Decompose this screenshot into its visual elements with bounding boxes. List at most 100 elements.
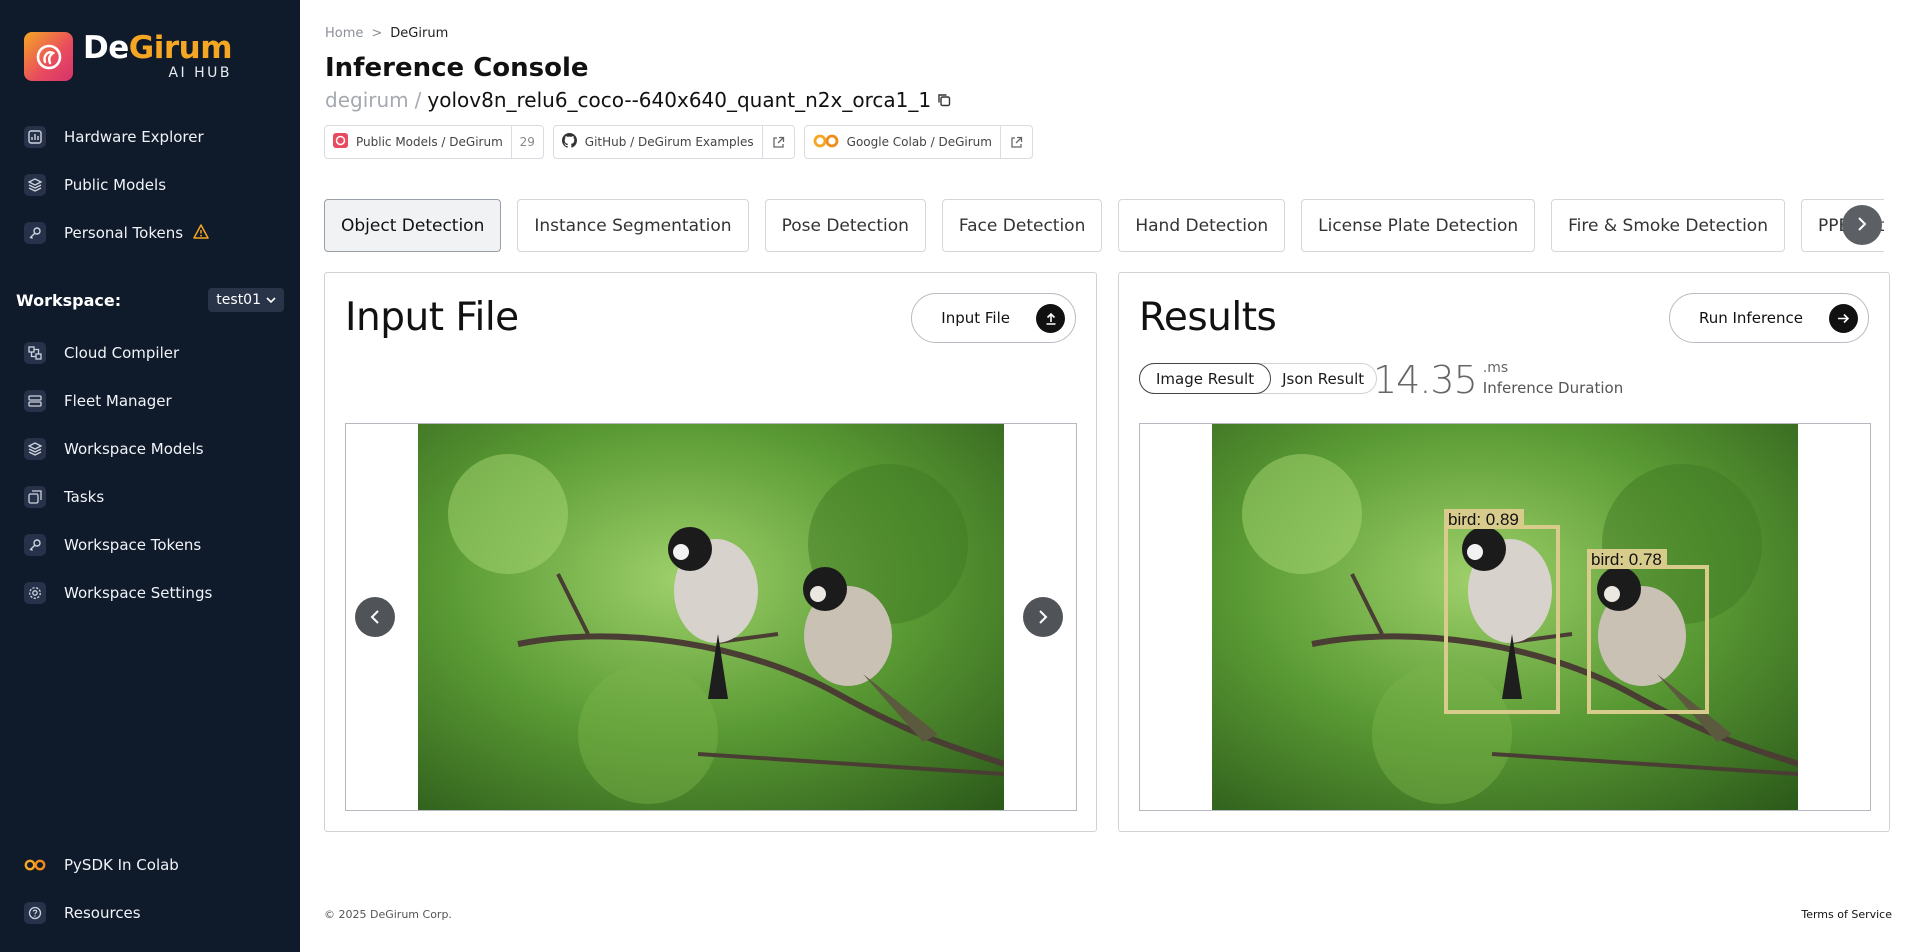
degirum-logo-icon — [333, 133, 348, 151]
chart-icon — [24, 126, 46, 148]
compiler-icon — [24, 342, 46, 364]
colab-icon — [24, 859, 46, 871]
tab-pose-detection[interactable]: Pose Detection — [764, 199, 926, 252]
input-file-panel: Input File Input File — [324, 272, 1097, 832]
server-icon — [24, 390, 46, 412]
sidebar-item-label: Personal Tokens — [64, 224, 184, 242]
link-github-examples[interactable]: GitHub / DeGirum Examples — [552, 125, 795, 159]
chevron-down-icon — [266, 292, 276, 308]
run-inference-button[interactable]: Run Inference — [1668, 293, 1869, 343]
sidebar-item-workspace-tokens[interactable]: Workspace Tokens — [24, 531, 201, 559]
breadcrumb-home[interactable]: Home — [325, 26, 363, 41]
degirum-logo-icon — [24, 32, 73, 81]
sidebar-item-label: Workspace Models — [64, 440, 204, 458]
tab-fire-smoke-detection[interactable]: Fire & Smoke Detection — [1551, 199, 1785, 252]
model-path-separator: / — [414, 88, 422, 112]
duration-label: Inference Duration — [1482, 379, 1624, 397]
layers-icon — [24, 174, 46, 196]
workspace-dropdown[interactable]: test01 — [208, 288, 284, 312]
breadcrumb-separator: > — [371, 26, 383, 41]
sidebar-item-label: Hardware Explorer — [64, 128, 204, 146]
model-count-badge: 29 — [510, 126, 543, 158]
sidebar-item-personal-tokens[interactable]: Personal Tokens — [24, 219, 209, 247]
sidebar-item-pysdk-in-colab[interactable]: PySDK In Colab — [24, 851, 179, 879]
upload-icon — [1036, 303, 1065, 333]
input-file-title: Input File — [345, 295, 519, 340]
duration-unit: .ms — [1482, 360, 1509, 376]
breadcrumb: Home > DeGirum — [325, 26, 448, 41]
page-title: Inference Console — [325, 53, 589, 83]
model-owner[interactable]: degirum — [325, 88, 409, 112]
link-label: GitHub / DeGirum Examples — [584, 135, 754, 149]
detection-label: bird: 0.89 — [1448, 510, 1519, 529]
sidebar-item-hardware-explorer[interactable]: Hardware Explorer — [24, 123, 204, 151]
sidebar-item-resources[interactable]: Resources — [24, 899, 141, 927]
warning-icon — [193, 223, 209, 243]
sidebar-item-label: Cloud Compiler — [64, 344, 180, 362]
input-image-viewer — [345, 423, 1077, 811]
sidebar-item-tasks[interactable]: Tasks — [24, 483, 104, 511]
copy-icon[interactable] — [937, 88, 951, 112]
run-inference-label: Run Inference — [1698, 309, 1803, 327]
inference-duration: 14.35 .ms Inference Duration — [1373, 358, 1623, 402]
input-image — [418, 424, 1004, 810]
next-image-button[interactable] — [1023, 597, 1063, 637]
task-tabs: Object Detection Instance Segmentation P… — [324, 199, 1884, 252]
sidebar-item-fleet-manager[interactable]: Fleet Manager — [24, 387, 172, 415]
sidebar-item-label: Resources — [64, 904, 141, 922]
sidebar-item-workspace-models[interactable]: Workspace Models — [24, 435, 204, 463]
model-name: yolov8n_relu6_coco--640x640_quant_n2x_or… — [427, 88, 932, 112]
link-google-colab[interactable]: Google Colab / DeGirum — [803, 125, 1033, 159]
sidebar-item-label: Public Models — [64, 176, 167, 194]
key-icon — [24, 222, 46, 244]
footer-copyright: © 2025 DeGirum Corp. — [324, 908, 452, 921]
tab-license-plate-detection[interactable]: License Plate Detection — [1301, 199, 1536, 252]
colab-icon — [813, 134, 839, 151]
sidebar: DeGirum AI HUB Hardware Explorer Public … — [0, 0, 300, 952]
brand-name: DeGirum — [83, 30, 233, 66]
detection-label: bird: 0.78 — [1591, 550, 1662, 569]
sidebar-item-label: Workspace Tokens — [64, 536, 202, 554]
degirum-logo[interactable]: DeGirum AI HUB — [24, 30, 233, 81]
previous-image-button[interactable] — [355, 597, 395, 637]
input-file-button[interactable]: Input File — [911, 293, 1076, 343]
sidebar-item-public-models[interactable]: Public Models — [24, 171, 166, 199]
gear-icon — [24, 582, 46, 604]
external-link-icon[interactable] — [999, 126, 1032, 158]
tabs-scroll-right-button[interactable] — [1842, 205, 1882, 245]
key-icon — [24, 534, 46, 556]
tab-instance-segmentation[interactable]: Instance Segmentation — [517, 199, 749, 252]
breadcrumb-current: DeGirum — [390, 26, 449, 41]
sidebar-item-label: Fleet Manager — [64, 392, 172, 410]
sidebar-item-label: Tasks — [64, 488, 105, 506]
json-result-toggle[interactable]: Json Result — [1270, 364, 1376, 393]
link-public-models[interactable]: Public Models / DeGirum 29 — [324, 125, 544, 159]
external-links: Public Models / DeGirum 29 GitHub / DeGi… — [324, 125, 1033, 159]
workspace-label: Workspace: — [16, 290, 122, 310]
result-image: bird: 0.89 bird: 0.78 — [1212, 424, 1798, 810]
tasks-icon — [24, 486, 46, 508]
brand-subtitle: AI HUB — [168, 65, 232, 81]
layers-icon — [24, 438, 46, 460]
terms-of-service-link[interactable]: Terms of Service — [1801, 908, 1892, 921]
workspace-selector-row: Workspace: test01 — [16, 288, 284, 312]
workspace-value: test01 — [216, 292, 261, 308]
input-file-button-label: Input File — [941, 309, 1010, 327]
model-path: degirum / yolov8n_relu6_coco--640x640_qu… — [325, 88, 951, 112]
image-result-toggle[interactable]: Image Result — [1139, 363, 1272, 394]
tab-object-detection[interactable]: Object Detection — [324, 199, 502, 252]
results-title: Results — [1139, 295, 1277, 340]
sidebar-item-cloud-compiler[interactable]: Cloud Compiler — [24, 339, 179, 367]
tab-face-detection[interactable]: Face Detection — [941, 199, 1103, 252]
external-link-icon[interactable] — [761, 126, 794, 158]
duration-value: 14.35 — [1373, 358, 1478, 402]
link-label: Google Colab / DeGirum — [846, 135, 992, 149]
result-image-viewer: bird: 0.89 bird: 0.78 — [1139, 423, 1871, 811]
results-panel: Results Run Inference Image Result Json … — [1118, 272, 1890, 832]
sidebar-item-workspace-settings[interactable]: Workspace Settings — [24, 579, 212, 607]
arrow-right-icon — [1829, 303, 1858, 333]
sidebar-item-label: Workspace Settings — [64, 584, 213, 602]
sidebar-item-label: PySDK In Colab — [64, 856, 179, 874]
tab-hand-detection[interactable]: Hand Detection — [1118, 199, 1286, 252]
link-label: Public Models / DeGirum — [356, 135, 503, 149]
